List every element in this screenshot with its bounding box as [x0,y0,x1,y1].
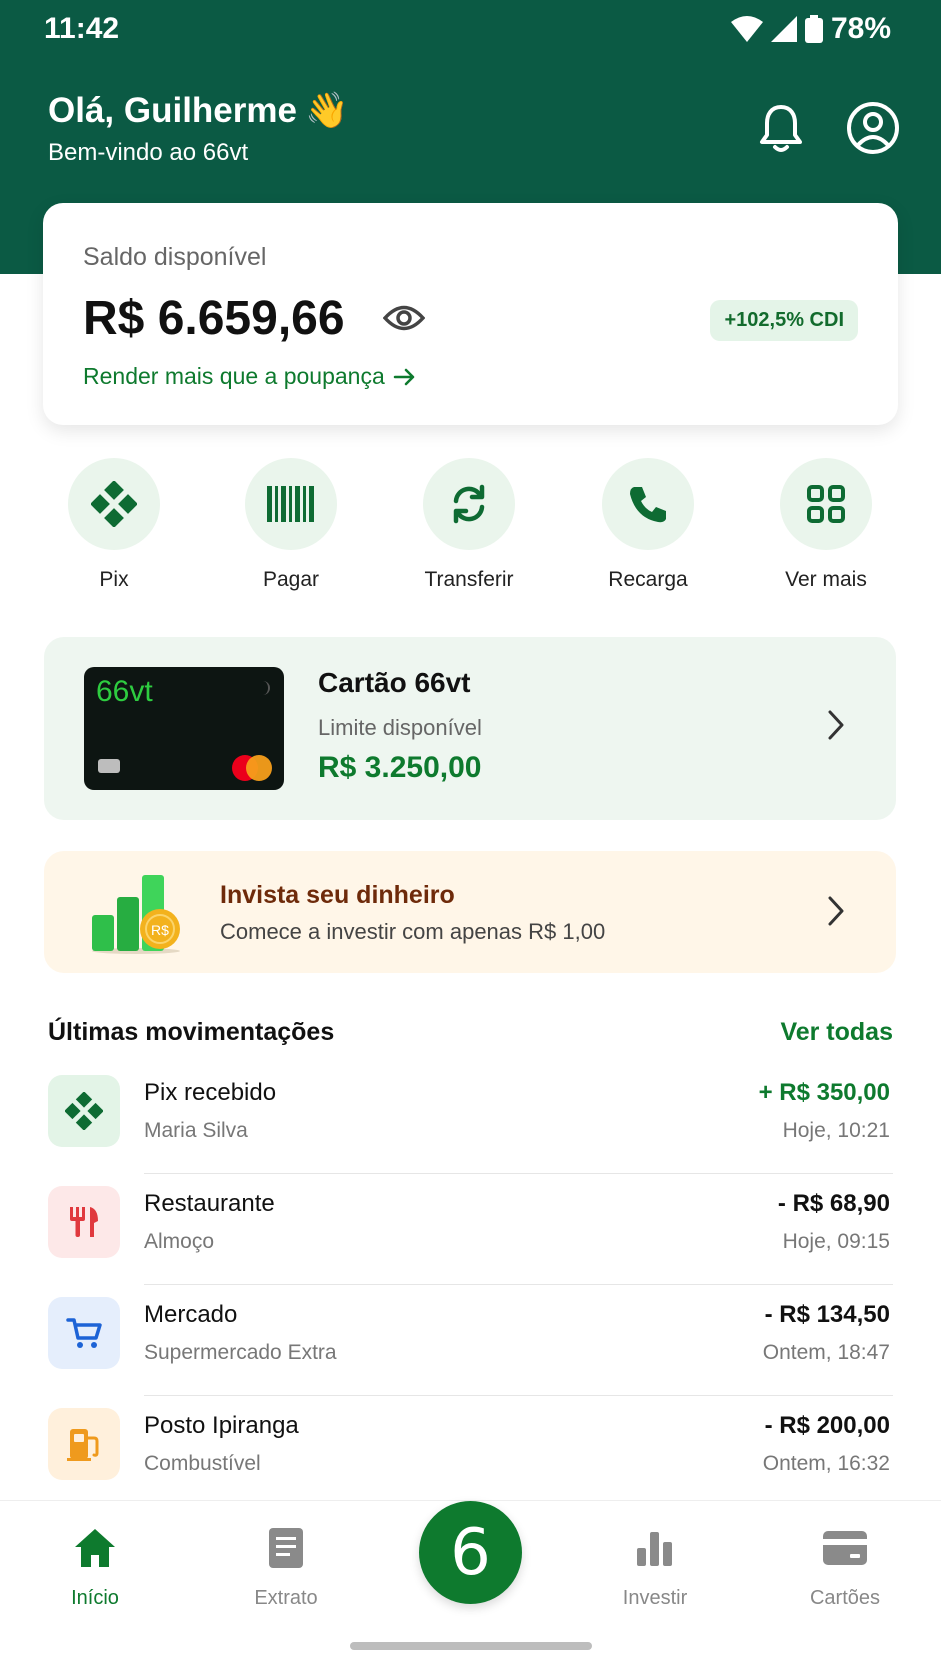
balance-link-label: Render mais que a poupança [83,363,385,389]
phone-icon [630,487,666,523]
nav-inicio[interactable]: Início [25,1523,165,1610]
arrow-right-icon [393,368,415,385]
nav-label: Início [71,1587,119,1609]
credit-card-icon [823,1531,867,1565]
nav-label: Investir [622,1587,688,1609]
nav-label: Extrato [254,1587,318,1609]
transactions-title: Últimas movimentações [48,1018,335,1046]
greeting-subtitle: Bem-vindo ao 66vt [48,139,249,166]
transaction-amount: + R$ 350,00 [758,1079,890,1106]
transaction-row[interactable]: Mercado Supermercado Extra - R$ 134,50 O… [48,1285,893,1396]
transaction-row[interactable]: Posto Ipiranga Combustível - R$ 200,00 O… [48,1396,893,1507]
transaction-subtitle: Combustível [144,1452,261,1475]
pix-icon [65,1092,103,1130]
action-ver-mais[interactable]: Ver mais [756,458,896,592]
bar-chart-icon [637,1532,672,1566]
coin-label: R$ [151,922,169,938]
action-label: Ver mais [785,568,867,591]
home-indicator [350,1642,592,1650]
greeting-title: Olá, Guilherme [48,90,297,130]
action-label: Transferir [424,568,514,591]
transaction-date: Ontem, 18:47 [762,1341,890,1364]
growth-chart-icon: R$ [92,875,180,954]
transaction-title: Restaurante [144,1190,275,1217]
chevron-right-icon [828,896,844,926]
action-label: Pagar [262,568,320,591]
wave-emoji: 👋 [304,91,349,130]
cutlery-icon [70,1207,98,1237]
bell-icon[interactable] [753,100,809,156]
chevron-right-icon [828,710,844,740]
battery-icon [804,15,823,43]
transaction-title: Pix recebido [144,1079,277,1106]
balance-link[interactable]: Render mais que a poupança [83,363,417,390]
balance-label: Saldo disponível [83,243,267,271]
balance-card: Saldo disponível R$ 6.659,66 +102,5% CDI… [43,203,898,425]
card-brand: 66vt [96,675,153,708]
action-transferir[interactable]: Transferir [399,458,539,592]
balance-value: R$ 6.659,66 [83,292,345,345]
action-label: Recarga [608,568,688,591]
nav-cartoes[interactable]: Cartões [775,1523,915,1610]
transaction-title: Mercado [144,1301,238,1328]
greeting: Olá, Guilherme 👋 Bem-vindo ao 66vt [48,90,349,167]
fuel-icon [67,1429,99,1461]
card-limit-value: R$ 3.250,00 [318,751,482,784]
transaction-subtitle: Maria Silva [144,1119,248,1142]
home-icon [75,1529,115,1567]
action-pagar[interactable]: Pagar [221,458,361,592]
transaction-amount: - R$ 68,90 [777,1190,890,1217]
credit-card-panel[interactable]: 66vt Cartão 66vt Limite disponível R$ 3.… [44,637,896,820]
transaction-date: Hoje, 09:15 [782,1230,890,1253]
cart-icon [66,1318,102,1348]
credit-card-image: 66vt [84,667,284,790]
status-time: 11:42 [44,12,120,45]
status-bar: 11:42 78% [0,0,941,60]
contactless-icon [260,681,270,695]
nav-extrato[interactable]: Extrato [216,1523,356,1610]
action-recarga[interactable]: Recarga [578,458,718,592]
transaction-row[interactable]: Pix recebido Maria Silva + R$ 350,00 Hoj… [48,1063,893,1174]
document-icon [269,1528,303,1568]
transaction-amount: - R$ 200,00 [764,1412,890,1439]
eye-icon[interactable] [383,303,425,333]
transaction-date: Ontem, 16:32 [762,1452,890,1475]
center-action-button[interactable]: 6 [419,1501,522,1604]
see-all-link[interactable]: Ver todas [780,1018,893,1047]
transaction-subtitle: Supermercado Extra [144,1341,337,1364]
status-icons: 78% [730,12,891,46]
user-icon[interactable] [845,100,901,156]
invest-subtitle: Comece a investir com apenas R$ 1,00 [220,919,606,944]
nav-label: Cartões [809,1587,881,1609]
transaction-subtitle: Almoço [144,1230,215,1253]
transfer-icon [453,484,485,524]
card-subtitle: Limite disponível [318,715,482,740]
chip-icon [98,759,120,773]
invest-title: Invista seu dinheiro [220,881,455,909]
transaction-amount: - R$ 134,50 [764,1301,890,1328]
barcode-icon [267,486,314,522]
signal-icon [770,16,797,42]
header-actions [753,100,901,156]
pix-icon [91,481,137,527]
action-pix[interactable]: Pix [44,458,184,592]
cdi-badge: +102,5% CDI [710,300,858,341]
transaction-date: Hoje, 10:21 [782,1119,890,1142]
wifi-icon [730,16,763,42]
transaction-row[interactable]: Restaurante Almoço - R$ 68,90 Hoje, 09:1… [48,1174,893,1285]
grid-icon [807,485,845,523]
bottom-navigation: Início Extrato 6 Investir Cartões [0,1500,941,1672]
invest-banner[interactable]: R$ Invista seu dinheiro Comece a investi… [44,851,896,973]
quick-actions: Pix Pagar Transferir Recarga Ver mais [0,458,941,598]
card-title: Cartão 66vt [318,667,471,698]
action-label: Pix [99,568,129,591]
nav-investir[interactable]: Investir [585,1523,725,1610]
transaction-title: Posto Ipiranga [144,1412,299,1439]
battery-level: 78% [830,12,891,45]
